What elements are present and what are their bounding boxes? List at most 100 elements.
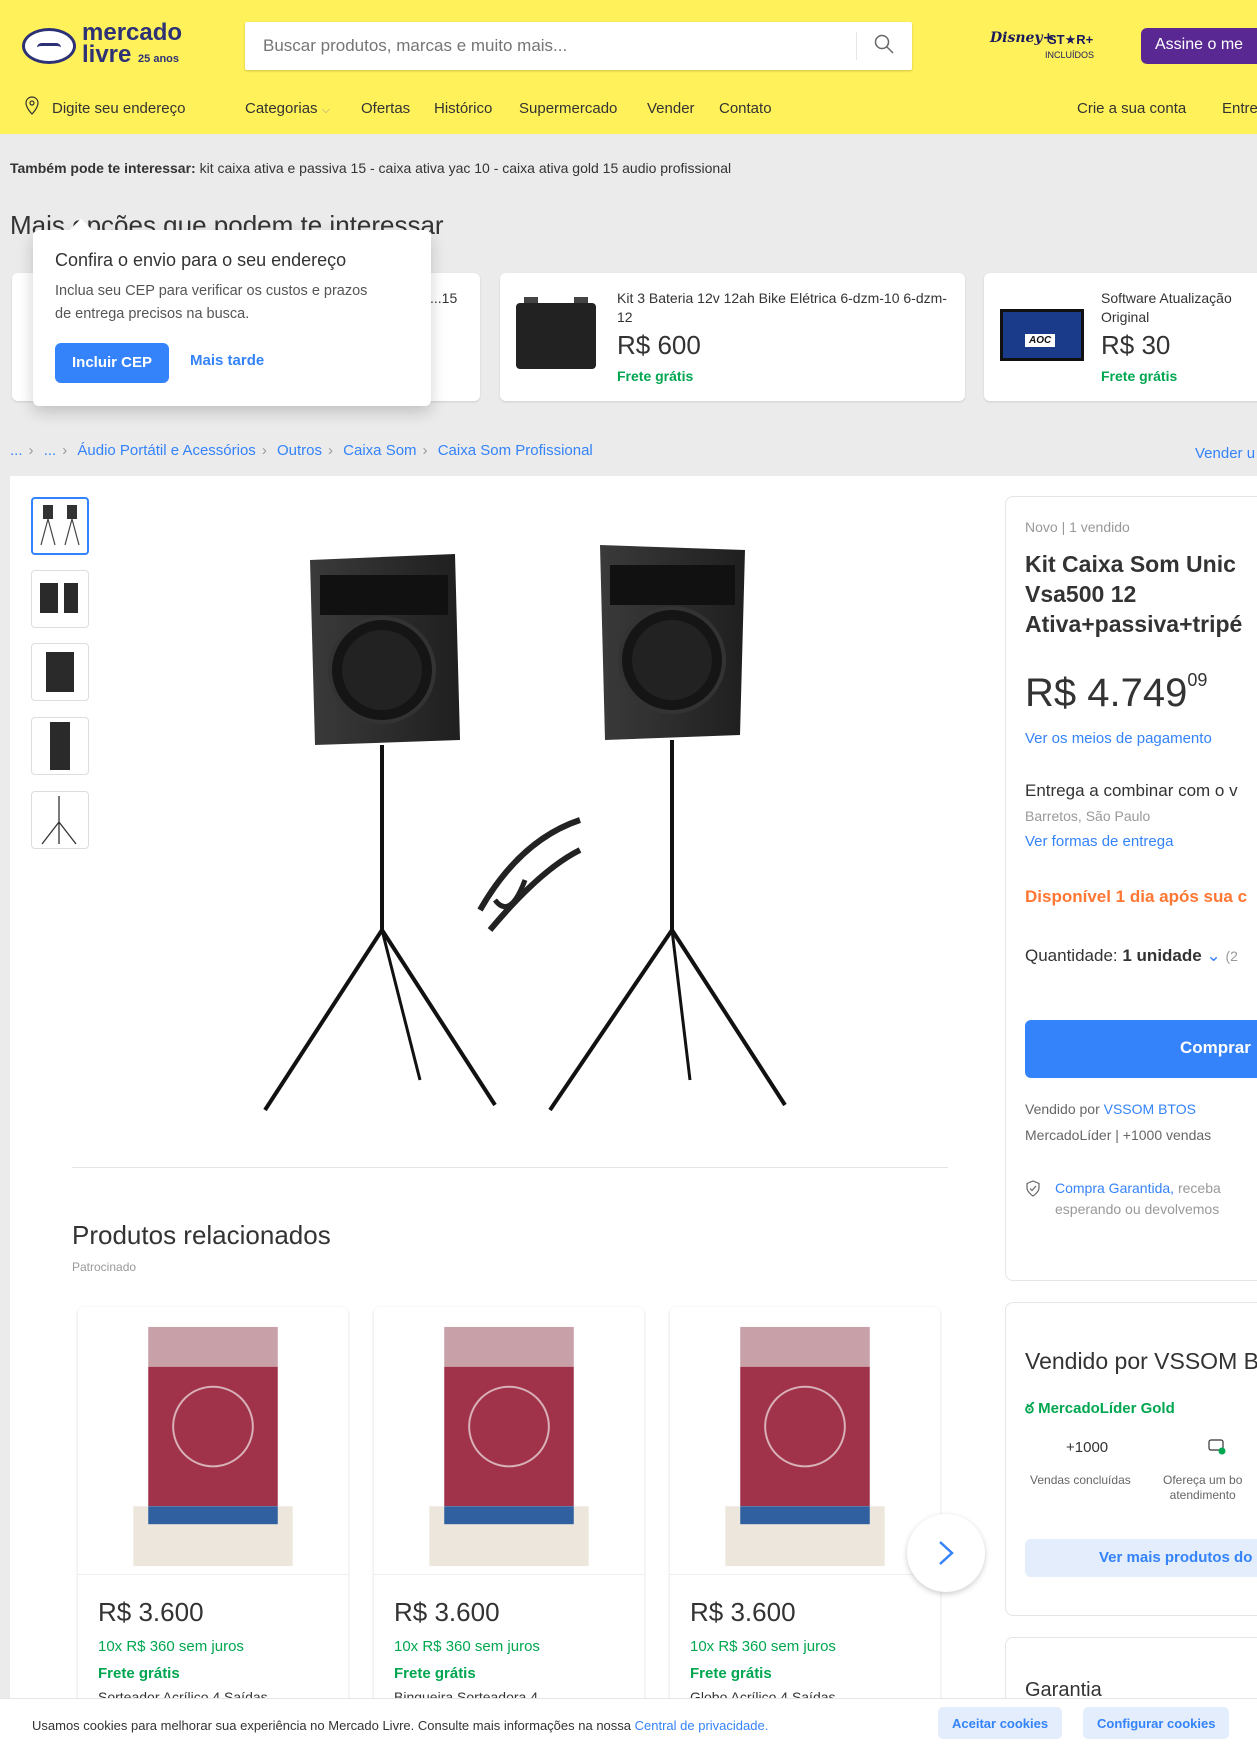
- login-link[interactable]: Entre: [1222, 100, 1257, 117]
- suggestion-title: ...15: [430, 290, 458, 306]
- thumbnail-4[interactable]: [31, 717, 89, 775]
- subscribe-button[interactable]: Assine o me: [1141, 28, 1257, 64]
- related-product-card[interactable]: R$ 3.600 10x R$ 360 sem juros Frete grát…: [374, 1307, 644, 1707]
- search-input[interactable]: [245, 22, 845, 70]
- breadcrumb-item[interactable]: Caixa Som Profissional: [438, 442, 593, 459]
- cookie-text: Usamos cookies para melhorar sua experiê…: [32, 1718, 769, 1733]
- sponsored-label: Patrocinado: [72, 1260, 137, 1274]
- search-icon[interactable]: [874, 34, 894, 54]
- product-image: [374, 1326, 644, 1575]
- tv-brand-logo: AOC: [1025, 334, 1056, 347]
- product-title: Kit Caixa Som Unic Vsa500 12 Ativa+passi…: [1025, 551, 1243, 637]
- breadcrumb-item[interactable]: Outros: [277, 442, 322, 459]
- quantity-selector[interactable]: Quantidade: 1 unidade ⌄ (2: [1025, 946, 1238, 966]
- price-cents: 09: [1187, 670, 1208, 690]
- related-price: R$ 3.600: [690, 1597, 796, 1627]
- include-cep-button[interactable]: Incluir CEP: [55, 343, 169, 383]
- guarantee-link[interactable]: Compra Garantida,: [1055, 1180, 1174, 1196]
- popup-text: Inclua seu CEP para verificar os custos …: [55, 283, 368, 322]
- breadcrumb-item[interactable]: ...: [44, 442, 57, 459]
- thumbnail-2[interactable]: [31, 570, 89, 628]
- buy-button[interactable]: Comprar: [1025, 1020, 1257, 1078]
- popup-title: Confira o envio para o seu endereço: [55, 250, 347, 270]
- delivery-info: Entrega a combinar com o v: [1025, 781, 1238, 800]
- payment-methods-link[interactable]: Ver os meios de pagamento: [1025, 730, 1212, 747]
- related-shipping: Frete grátis: [690, 1665, 772, 1682]
- nav-ofertas[interactable]: Ofertas: [361, 100, 410, 117]
- purchase-guarantee: Compra Garantida, receba esperando ou de…: [1055, 1180, 1221, 1217]
- logo-name2: livre: [82, 41, 132, 68]
- suggestion-price: R$ 30: [1101, 330, 1171, 360]
- battery-image: [516, 297, 596, 369]
- thumbnail-3[interactable]: [31, 643, 89, 701]
- related-products-title: Produtos relacionados: [72, 1220, 331, 1250]
- related-product-card[interactable]: R$ 3.600 10x R$ 360 sem juros Frete grát…: [670, 1307, 940, 1707]
- accept-cookies-button[interactable]: Aceitar cookies: [938, 1707, 1063, 1739]
- related-searches-terms[interactable]: kit caixa ativa e passiva 15 - caixa ati…: [200, 160, 732, 176]
- nav-bar: Digite seu endereço Categorias ⌵ Ofertas…: [0, 96, 1257, 126]
- mercado-livre-logo[interactable]: mercado livre 25 anos: [22, 21, 182, 70]
- more-seller-products-button[interactable]: Ver mais produtos do: [1025, 1539, 1257, 1577]
- product-image: [78, 1326, 348, 1575]
- chat-check-icon: [1208, 1439, 1226, 1455]
- related-shipping: Frete grátis: [394, 1665, 476, 1682]
- carousel-next-button[interactable]: [907, 1514, 985, 1592]
- disney-plus-logo: Disney+: [990, 30, 1055, 46]
- sales-count: +1000: [1066, 1439, 1109, 1456]
- breadcrumb: ... › ... › Áudio Portátil e Acessórios › O…: [10, 442, 593, 459]
- product-price: R$ 4.74909: [1025, 670, 1208, 715]
- thumbnail-1[interactable]: [31, 497, 89, 555]
- related-searches-label: Também pode te interessar:: [10, 160, 196, 176]
- attention-label: Ofereça um bo atendimento: [1163, 1473, 1243, 1502]
- shipping-popup: Confira o envio para o seu endereço Incl…: [33, 230, 431, 406]
- suggestion-card[interactable]: AOC Software Atualização Original R$ 30 …: [984, 273, 1257, 401]
- configure-cookies-button[interactable]: Configurar cookies: [1083, 1707, 1230, 1739]
- nav-vender[interactable]: Vender: [647, 100, 695, 117]
- suggestion-card[interactable]: Kit 3 Bateria 12v 12ah Bike Elétrica 6-d…: [500, 273, 965, 401]
- product-image[interactable]: [260, 540, 790, 1120]
- related-product-card[interactable]: R$ 3.600 10x R$ 360 sem juros Frete grát…: [78, 1307, 348, 1707]
- mercadolider-badge: ఠ MercadoLíder Gold: [1025, 1400, 1175, 1417]
- seller-box-title: Vendido por VSSOM B: [1025, 1348, 1257, 1374]
- chevron-down-icon: ⌵: [321, 104, 331, 116]
- breadcrumb-item[interactable]: ...: [10, 442, 23, 459]
- breadcrumb-item[interactable]: Áudio Portátil e Acessórios: [77, 442, 255, 459]
- nav-historico[interactable]: Histórico: [434, 100, 492, 117]
- privacy-center-link[interactable]: Central de privacidade.: [635, 1718, 769, 1733]
- sales-label: Vendas concluídas: [1030, 1473, 1131, 1487]
- related-price: R$ 3.600: [394, 1597, 500, 1627]
- logo-anniversary: 25 anos: [138, 53, 180, 65]
- seller-meta: MercadoLíder | +1000 vendas: [1025, 1127, 1212, 1143]
- product-image: [670, 1326, 940, 1575]
- header: mercado livre 25 anos Disney+ ST★R+ INCL…: [0, 0, 1257, 134]
- nav-categorias[interactable]: Categorias ⌵: [245, 100, 330, 117]
- search-bar: [245, 22, 912, 70]
- delivery-options-link[interactable]: Ver formas de entrega: [1025, 833, 1173, 850]
- handshake-icon: [22, 28, 76, 64]
- breadcrumb-item[interactable]: Caixa Som: [343, 442, 416, 459]
- nav-supermercado[interactable]: Supermercado: [519, 100, 617, 117]
- sell-link[interactable]: Vender u: [1195, 445, 1255, 462]
- promo-included: INCLUÍDOS: [1045, 50, 1095, 60]
- disney-star-promo[interactable]: Disney+ ST★R+ INCLUÍDOS: [990, 28, 1115, 68]
- later-button[interactable]: Mais tarde: [190, 352, 264, 369]
- related-installments: 10x R$ 360 sem juros: [394, 1638, 540, 1655]
- medal-icon: ఠ: [1025, 1400, 1034, 1417]
- seller-link[interactable]: VSSOM BTOS: [1104, 1101, 1196, 1117]
- suggestion-title: Software Atualização Original: [1101, 290, 1232, 325]
- suggestion-shipping: Frete grátis: [1101, 368, 1178, 384]
- speakers-thumb-icon: [40, 505, 80, 546]
- nav-contato[interactable]: Contato: [719, 100, 772, 117]
- thumbnail-5[interactable]: [31, 791, 89, 849]
- location-pin-icon[interactable]: [24, 96, 40, 116]
- address-link[interactable]: Digite seu endereço: [52, 100, 185, 117]
- suggestion-title: Kit 3 Bateria 12v 12ah Bike Elétrica 6-d…: [617, 290, 947, 325]
- suggestion-price: R$ 600: [617, 330, 701, 360]
- related-price: R$ 3.600: [98, 1597, 204, 1627]
- chevron-down-icon: ⌄: [1206, 946, 1221, 965]
- create-account-link[interactable]: Crie a sua conta: [1077, 100, 1186, 117]
- tv-image: AOC: [1000, 309, 1084, 361]
- star-plus-logo: ST★R+: [1048, 32, 1094, 47]
- related-installments: 10x R$ 360 sem juros: [690, 1638, 836, 1655]
- shield-check-icon: [1026, 1180, 1040, 1197]
